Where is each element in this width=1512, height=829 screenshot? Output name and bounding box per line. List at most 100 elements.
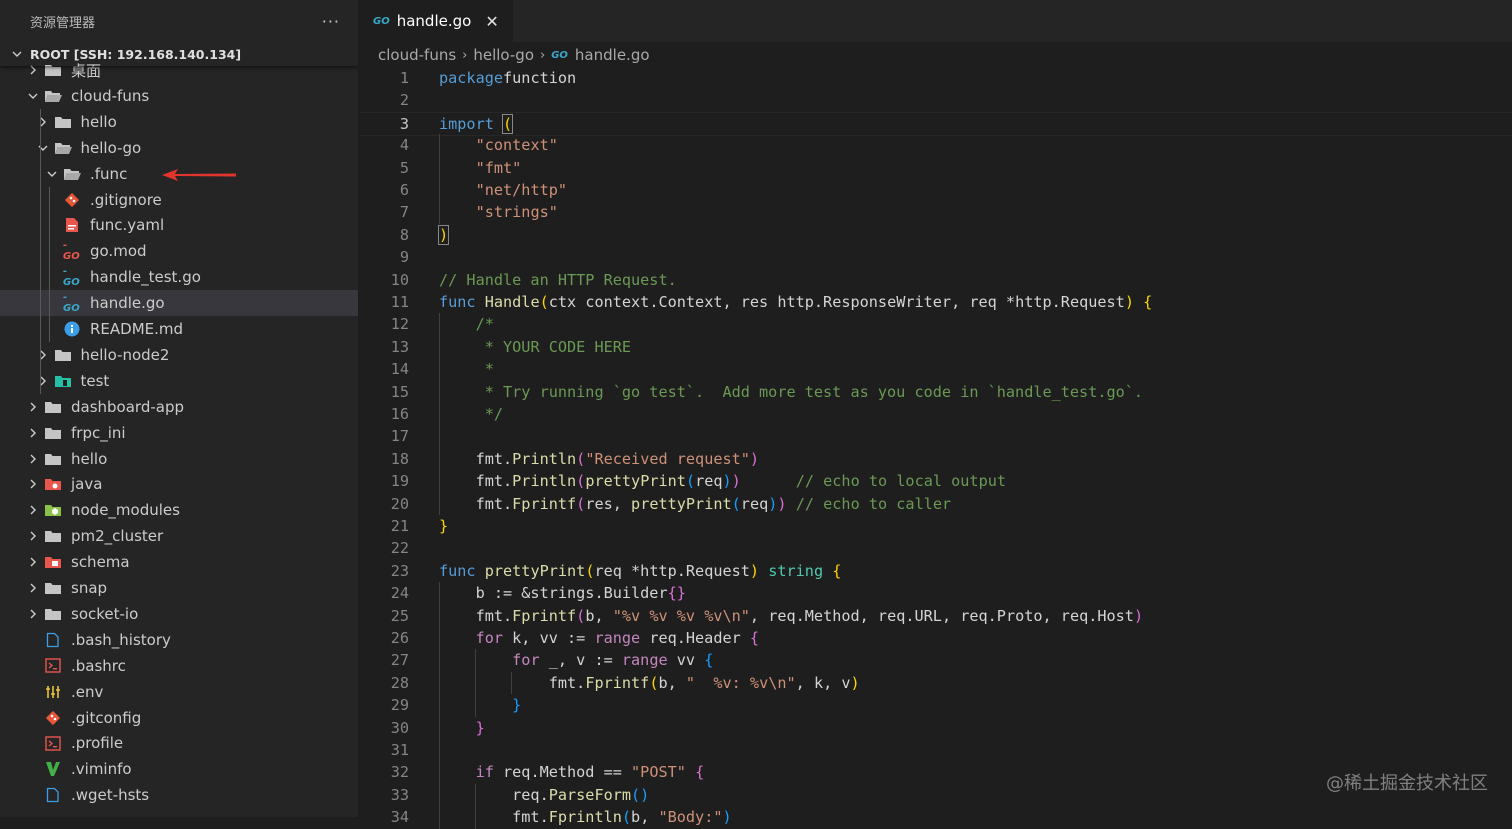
line-number: 25: [390, 606, 409, 625]
code-line[interactable]: 16 */: [359, 403, 1512, 425]
code-line[interactable]: 10 // Handle an HTTP Request.: [359, 269, 1512, 291]
code-indent-guide: [511, 671, 512, 695]
tree-folder[interactable]: test: [0, 368, 358, 394]
tree-folder[interactable]: schema: [0, 549, 358, 575]
chevron-right-icon[interactable]: [36, 374, 50, 388]
tree-file[interactable]: .bashrc: [0, 653, 358, 679]
code-line[interactable]: 8): [359, 224, 1512, 246]
code-token: /*: [475, 315, 494, 334]
code-line[interactable]: 18 fmt.Println("Received request"): [359, 448, 1512, 470]
close-icon[interactable]: ✕: [485, 12, 498, 31]
folder-open-icon: [54, 140, 72, 156]
code-line[interactable]: 23 func prettyPrint(req *http.Request) st…: [359, 560, 1512, 582]
tree-item-label: snap: [71, 579, 108, 597]
chevron-right-icon[interactable]: [26, 503, 40, 517]
tree-folder[interactable]: socket-io: [0, 601, 358, 627]
code-token: {: [695, 763, 705, 782]
chevron-right-icon[interactable]: [36, 115, 50, 129]
code-line[interactable]: 20 fmt.Fprintf(res, prettyPrint(req)) //…: [359, 493, 1512, 515]
code-line[interactable]: 15 * Try running `go test`. Add more tes…: [359, 381, 1512, 403]
code-line[interactable]: 29 }: [359, 694, 1512, 716]
breadcrumb-item[interactable]: hello-go: [473, 46, 534, 64]
tree-folder[interactable]: cloud-funs: [0, 83, 358, 109]
tree-file[interactable]: func.yaml: [0, 212, 358, 238]
code-token: *: [475, 360, 494, 379]
code-line[interactable]: 26 for k, vv := range req.Header {: [359, 627, 1512, 649]
tree-folder[interactable]: hello: [0, 446, 358, 472]
tree-folder[interactable]: hello-go: [0, 135, 358, 161]
code-token: {: [1143, 293, 1153, 311]
tree-folder[interactable]: snap: [0, 575, 358, 601]
code-line[interactable]: 3 import (: [359, 111, 1512, 137]
tree-file[interactable]: README.md: [0, 316, 358, 342]
code-line[interactable]: 22: [359, 537, 1512, 559]
chevron-right-icon[interactable]: [26, 426, 40, 440]
chevron-right-icon[interactable]: [26, 400, 40, 414]
code-line[interactable]: 6 "net/http": [359, 179, 1512, 201]
code-line[interactable]: 21}: [359, 515, 1512, 537]
code-text: "strings": [439, 201, 558, 223]
tree-file[interactable]: .wget-hsts: [0, 782, 358, 808]
tree-file[interactable]: -GO handle.go: [0, 290, 358, 317]
code-line[interactable]: 12 /*: [359, 313, 1512, 335]
chevron-right-icon[interactable]: [26, 529, 40, 543]
tree-folder[interactable]: hello: [0, 109, 358, 135]
code-line[interactable]: 7 "strings": [359, 201, 1512, 223]
code-line[interactable]: 27 for _, v := range vv {: [359, 649, 1512, 671]
tree-item-label: dashboard-app: [71, 397, 184, 416]
tree-folder[interactable]: dashboard-app: [0, 394, 358, 420]
folder-icon: [44, 425, 62, 441]
code-token: ): [1124, 293, 1134, 311]
code-line[interactable]: 24 b := &strings.Builder{}: [359, 582, 1512, 604]
breadcrumb-item[interactable]: cloud-funs: [378, 46, 456, 64]
code-line[interactable]: 2: [359, 89, 1512, 111]
code-line[interactable]: 28 fmt.Fprintf(b, " %v: %v\n", k, v): [359, 672, 1512, 694]
code-line[interactable]: 11 func Handle(ctx context.Context, res h…: [359, 291, 1512, 313]
code-token: for: [475, 629, 504, 647]
code-line[interactable]: 4 "context": [359, 134, 1512, 156]
tree-file[interactable]: .gitignore: [0, 187, 358, 213]
more-actions-icon[interactable]: ···: [322, 12, 340, 31]
code-token: for: [512, 651, 540, 670]
code-line[interactable]: 1 packagefunction: [359, 67, 1512, 89]
chevron-right-icon[interactable]: [26, 581, 40, 595]
tree-file[interactable]: -GO go.mod: [0, 238, 358, 264]
tree-file[interactable]: .env: [0, 679, 358, 705]
tree-folder[interactable]: java: [0, 471, 358, 497]
chevron-down-icon[interactable]: [26, 89, 40, 103]
chevron-right-icon[interactable]: [26, 607, 40, 621]
code-line[interactable]: 34 fmt.Fprintln(b, "Body:"): [359, 806, 1512, 828]
code-line[interactable]: 5 "fmt": [359, 157, 1512, 179]
chevron-right-icon[interactable]: [26, 477, 40, 491]
tree-folder[interactable]: pm2_cluster: [0, 523, 358, 549]
tree-file[interactable]: .viminfo: [0, 756, 358, 782]
code-token: ): [731, 472, 741, 491]
code-line[interactable]: 13 * YOUR CODE HERE: [359, 336, 1512, 358]
code-line[interactable]: 25 fmt.Fprintf(b, "%v %v %v %v\n", req.M…: [359, 605, 1512, 627]
code-line[interactable]: 14 *: [359, 358, 1512, 380]
chevron-down-icon[interactable]: [36, 141, 50, 155]
tree-file[interactable]: .profile: [0, 730, 358, 756]
workspace-root[interactable]: ROOT [SSH: 192.168.140.134]: [0, 42, 358, 66]
code-line[interactable]: 31: [359, 739, 1512, 761]
tab-handle-go[interactable]: GO handle.go ✕: [359, 0, 514, 42]
chevron-right-icon[interactable]: [26, 555, 40, 569]
code-line[interactable]: 17: [359, 425, 1512, 447]
chevron-down-icon[interactable]: [45, 167, 59, 181]
code-line[interactable]: 30 }: [359, 717, 1512, 739]
code-line[interactable]: 19 fmt.Println(prettyPrint(req)) // echo…: [359, 470, 1512, 492]
explorer-sidebar: 资源管理器 ··· ROOT [SSH: 192.168.140.134] 桌面…: [0, 0, 359, 817]
tree-folder[interactable]: frpc_ini: [0, 420, 358, 446]
code-line[interactable]: 9: [359, 246, 1512, 268]
tree-folder[interactable]: hello-node2: [0, 342, 358, 368]
tree-file[interactable]: .gitconfig: [0, 705, 358, 731]
tree-file[interactable]: .bash_history: [0, 627, 358, 653]
tree-folder[interactable]: node_modules: [0, 497, 358, 523]
tree-file[interactable]: -GO handle_test.go: [0, 264, 358, 290]
code-editor[interactable]: 1 packagefunction 2 3 import (4 "context" 5 "…: [359, 67, 1512, 829]
line-number: 7: [399, 203, 409, 222]
chevron-right-icon[interactable]: [36, 348, 50, 362]
chevron-right-icon[interactable]: [26, 452, 40, 466]
breadcrumb-item[interactable]: handle.go: [575, 46, 650, 64]
